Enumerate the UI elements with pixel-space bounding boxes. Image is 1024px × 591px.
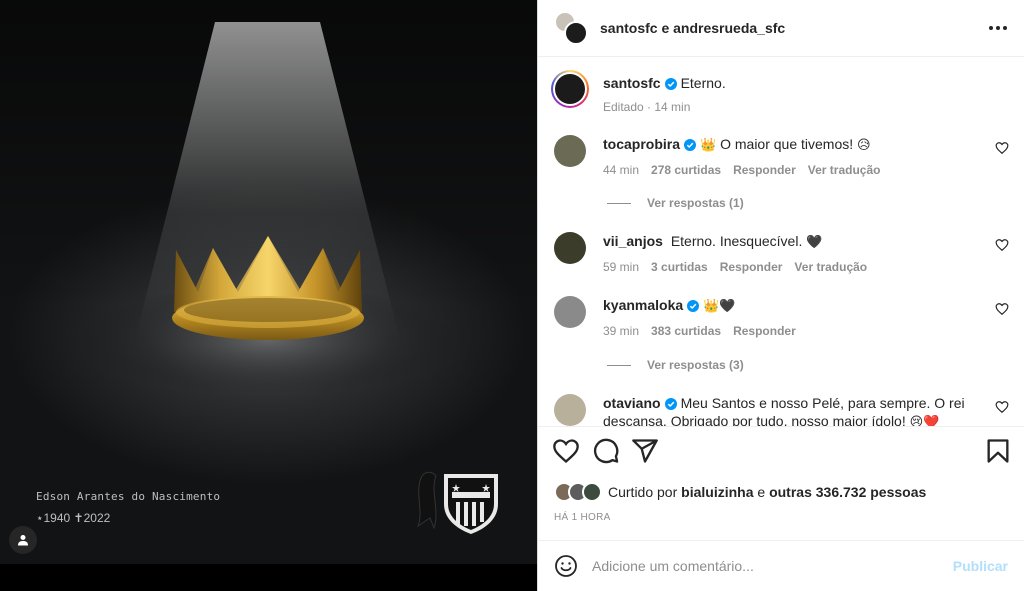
avatar[interactable] bbox=[554, 296, 586, 328]
comment-likes[interactable]: 383 curtidas bbox=[651, 324, 721, 338]
verified-badge-icon bbox=[687, 300, 700, 312]
comment-item: vii_anjos Eterno. Inesquecível. 🖤 59 min… bbox=[554, 232, 1009, 274]
comment-likes[interactable]: 3 curtidas bbox=[651, 260, 708, 274]
avatar bbox=[564, 21, 588, 45]
reply-button[interactable]: Responder bbox=[733, 163, 796, 177]
comment-username[interactable]: kyanmaloka bbox=[603, 297, 683, 313]
avatar[interactable] bbox=[554, 232, 586, 264]
avatar[interactable] bbox=[554, 135, 586, 167]
crown-emoji: 👑 bbox=[700, 138, 717, 153]
post-details-panel: santosfc e andresrueda_sfc santosfc Etern… bbox=[537, 0, 1024, 591]
translate-button[interactable]: Ver tradução bbox=[808, 163, 881, 177]
liked-by[interactable]: Curtido por bialuizinha e outras 336.732… bbox=[554, 482, 926, 502]
actions-divider bbox=[538, 426, 1024, 427]
add-comment-bar: Publicar bbox=[538, 540, 1024, 591]
comment-text: Eterno. Inesquecível. bbox=[670, 233, 803, 249]
comment-time: 44 min bbox=[603, 163, 640, 177]
heart-outline-icon[interactable] bbox=[995, 400, 1009, 414]
instagram-post-modal: Edson Arantes do Nascimento ⋆1940 ✝2022 … bbox=[0, 0, 1024, 591]
collab-avatars[interactable] bbox=[554, 11, 588, 45]
replies-divider bbox=[607, 202, 631, 204]
liked-by-others[interactable]: outras 336.732 pessoas bbox=[769, 484, 926, 500]
black-heart-emoji: 🖤 bbox=[806, 235, 823, 250]
media-bottom-bar bbox=[0, 564, 537, 591]
post-caption: santosfc Eterno. Editado · 14 min bbox=[551, 70, 1009, 114]
crown-heart-emoji: 👑🖤 bbox=[703, 299, 736, 314]
sad-emoji: 😥 bbox=[857, 138, 871, 153]
comment-item: tocaprobira 👑 O maior que tivemos! 😥 44 m… bbox=[554, 135, 1009, 177]
comment-bubble-icon[interactable] bbox=[592, 437, 620, 465]
comment-username[interactable]: tocaprobira bbox=[603, 136, 680, 152]
verified-badge-icon bbox=[664, 398, 677, 410]
more-options-button[interactable] bbox=[986, 16, 1010, 40]
reply-button[interactable]: Responder bbox=[720, 260, 783, 274]
media-caption-name: Edson Arantes do Nascimento bbox=[36, 490, 221, 503]
user-icon bbox=[18, 535, 28, 546]
like-heart-icon[interactable] bbox=[552, 437, 580, 465]
post-timestamp[interactable]: HÁ 1 HORA bbox=[554, 512, 611, 523]
avatar bbox=[582, 482, 602, 502]
comment-item: kyanmaloka 👑🖤 39 min 383 curtidas Respond… bbox=[554, 296, 1009, 338]
emoji-smiley-icon[interactable] bbox=[554, 554, 578, 578]
avatar bbox=[555, 74, 585, 104]
liked-by-prefix: Curtido por bbox=[608, 484, 678, 500]
more-horizontal-icon bbox=[989, 26, 1007, 30]
comments-list[interactable]: santosfc Eterno. Editado · 14 min tocapro… bbox=[538, 58, 1024, 426]
comment-text: O maior que tivemos! bbox=[720, 136, 854, 152]
comment-time: 39 min bbox=[603, 324, 640, 338]
liked-by-avatars bbox=[554, 482, 602, 502]
share-send-icon[interactable] bbox=[631, 437, 659, 465]
avatar[interactable] bbox=[554, 394, 586, 426]
replies-divider bbox=[607, 364, 631, 366]
tagged-users-button[interactable] bbox=[9, 526, 37, 554]
view-replies-button[interactable]: Ver respostas (1) bbox=[607, 196, 744, 210]
comment-item: otaviano Meu Santos e nosso Pelé, para se… bbox=[554, 394, 1009, 426]
post-actions bbox=[552, 437, 1012, 467]
caption-text: Eterno. bbox=[680, 75, 726, 91]
post-authors[interactable]: santosfc e andresrueda_sfc bbox=[600, 20, 986, 36]
santos-club-crest bbox=[416, 471, 498, 534]
post-image bbox=[0, 0, 537, 564]
comment-likes[interactable]: 278 curtidas bbox=[651, 163, 721, 177]
caption-username[interactable]: santosfc bbox=[603, 75, 661, 91]
verified-badge-icon bbox=[664, 78, 677, 90]
publish-button[interactable]: Publicar bbox=[953, 558, 1008, 574]
liked-by-user[interactable]: bialuizinha bbox=[681, 484, 753, 500]
view-replies-label: Ver respostas (1) bbox=[647, 196, 744, 210]
save-bookmark-icon[interactable] bbox=[984, 437, 1012, 465]
heart-outline-icon[interactable] bbox=[995, 238, 1009, 252]
caption-meta: Editado · 14 min bbox=[603, 100, 691, 114]
post-media[interactable]: Edson Arantes do Nascimento ⋆1940 ✝2022 bbox=[0, 0, 537, 591]
sad-heart-emoji: 😢❤️ bbox=[909, 415, 940, 426]
heart-outline-icon[interactable] bbox=[995, 302, 1009, 316]
comment-username[interactable]: vii_anjos bbox=[603, 233, 663, 249]
verified-badge-icon bbox=[684, 139, 697, 151]
view-replies-label: Ver respostas (3) bbox=[647, 358, 744, 372]
reply-button[interactable]: Responder bbox=[733, 324, 796, 338]
liked-by-middle: e bbox=[757, 484, 766, 500]
media-caption-dates: ⋆1940 ✝2022 bbox=[36, 511, 111, 525]
heart-outline-icon[interactable] bbox=[995, 141, 1009, 155]
post-header: santosfc e andresrueda_sfc bbox=[538, 0, 1024, 57]
translate-button[interactable]: Ver tradução bbox=[794, 260, 867, 274]
comment-username[interactable]: otaviano bbox=[603, 395, 661, 411]
avatar-story-ring[interactable] bbox=[551, 70, 589, 108]
comment-input[interactable] bbox=[592, 558, 953, 574]
view-replies-button[interactable]: Ver respostas (3) bbox=[607, 358, 744, 372]
comment-time: 59 min bbox=[603, 260, 640, 274]
